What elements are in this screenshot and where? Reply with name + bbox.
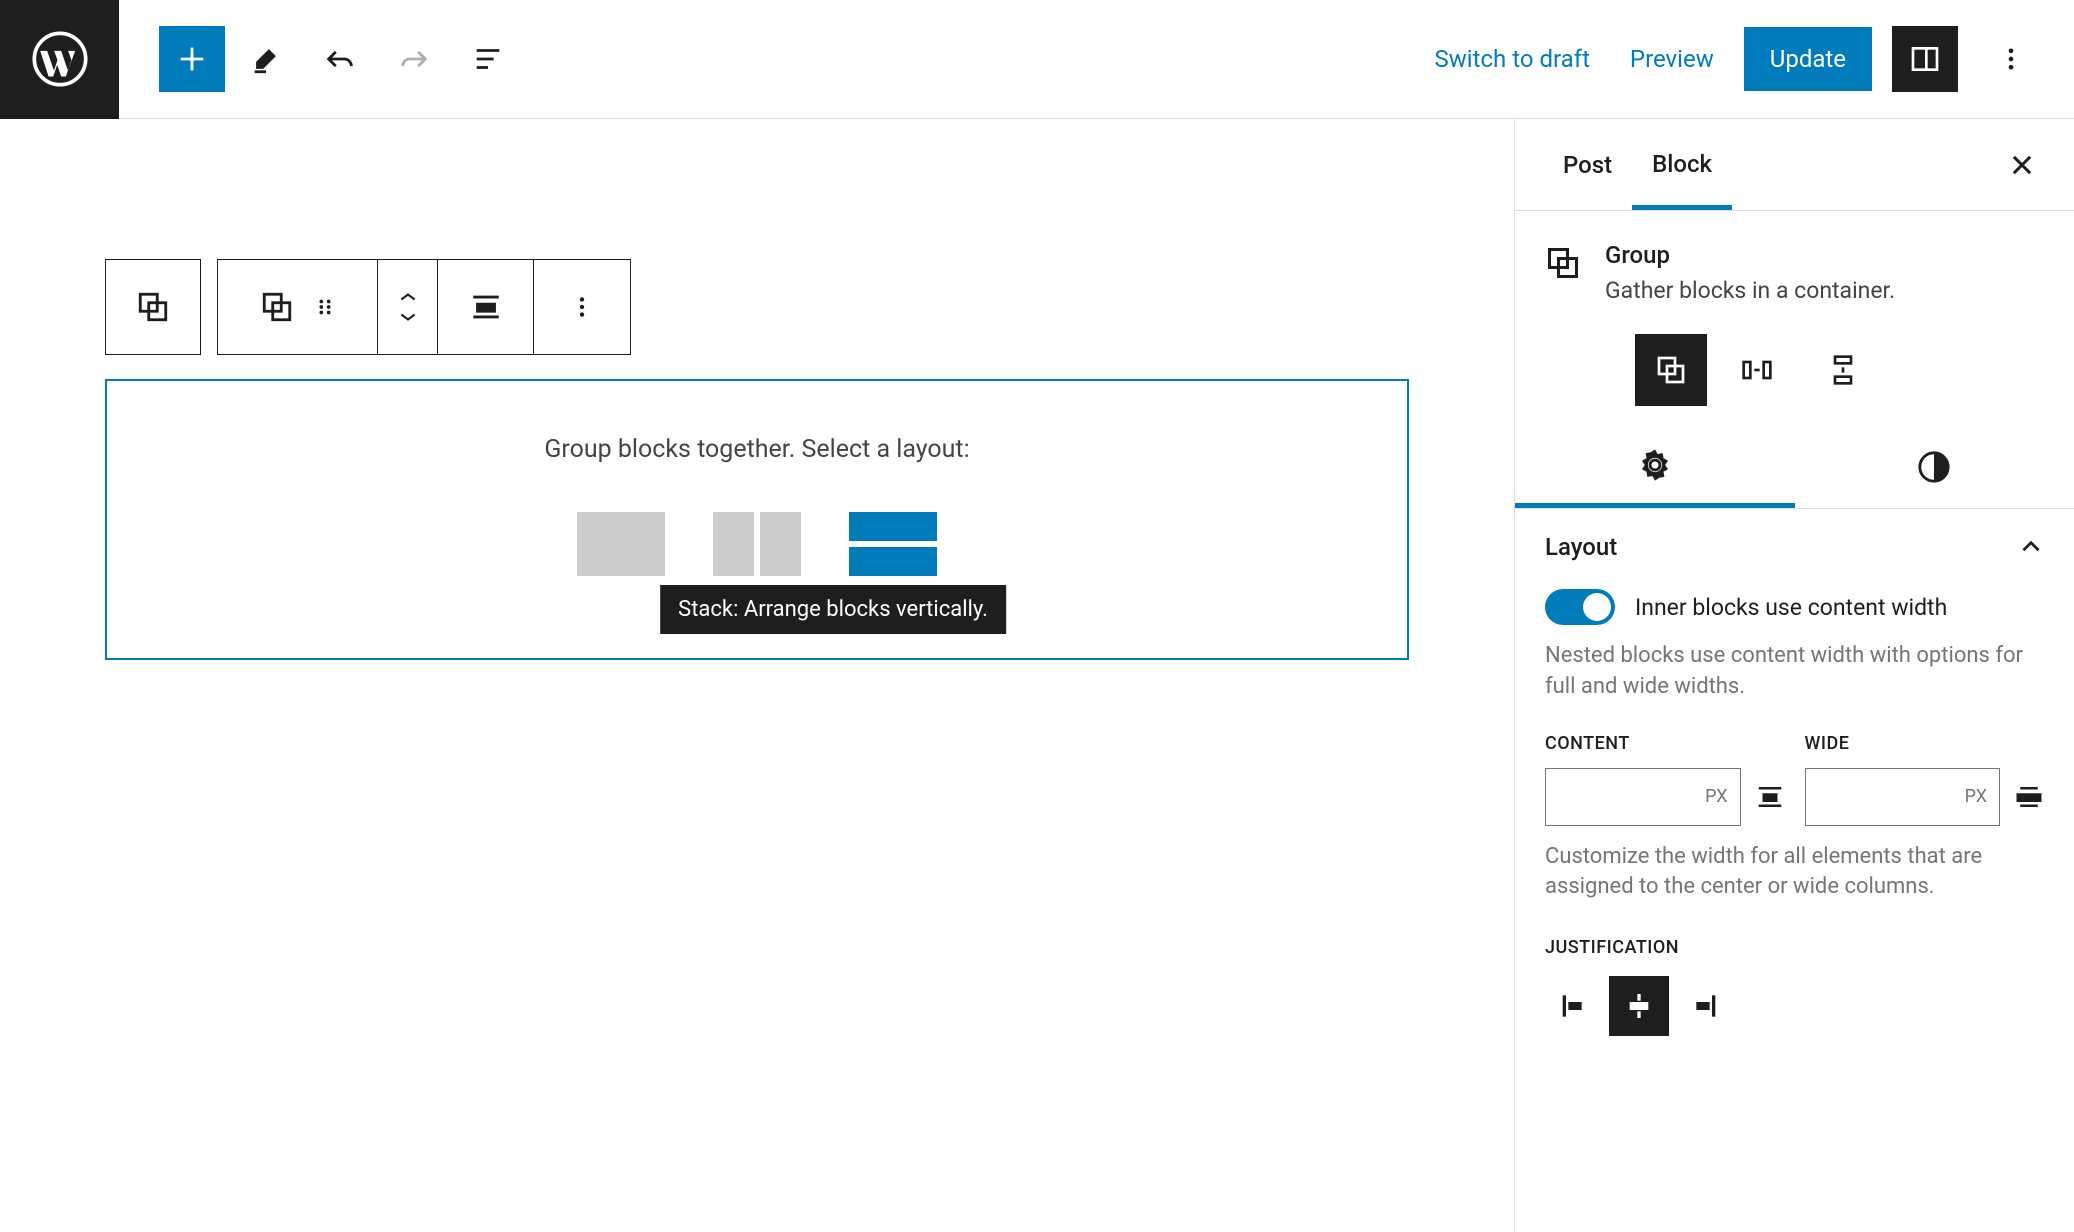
topbar-left-tools bbox=[119, 26, 521, 92]
inspector-tab-settings[interactable] bbox=[1515, 426, 1795, 508]
wide-width-label: WIDE bbox=[1805, 733, 2045, 754]
row-icon bbox=[1741, 354, 1773, 386]
tab-post[interactable]: Post bbox=[1543, 121, 1632, 209]
justify-center-button[interactable] bbox=[1609, 976, 1669, 1036]
pencil-icon bbox=[249, 42, 283, 76]
justify-right-icon bbox=[1687, 990, 1719, 1022]
content-width-toggle-label: Inner blocks use content width bbox=[1635, 594, 1947, 621]
justify-left-button[interactable] bbox=[1545, 976, 1605, 1036]
layout-title: Layout bbox=[1545, 533, 1617, 561]
close-icon bbox=[2008, 151, 2036, 179]
wordpress-icon bbox=[32, 31, 88, 87]
sidebar-tabs: Post Block bbox=[1515, 119, 2074, 211]
wordpress-logo-button[interactable] bbox=[0, 0, 119, 119]
document-outline-button[interactable] bbox=[455, 26, 521, 92]
variation-row[interactable] bbox=[1721, 334, 1793, 406]
layout-panel-toggle[interactable]: Layout bbox=[1545, 533, 2044, 561]
block-info-header: Group Gather blocks in a container. bbox=[1515, 211, 2074, 314]
plus-icon bbox=[175, 42, 209, 76]
layout-panel: Layout Inner blocks use content width Ne… bbox=[1515, 509, 2074, 1066]
more-options-button[interactable] bbox=[1978, 26, 2044, 92]
close-sidebar-button[interactable] bbox=[1998, 141, 2046, 189]
add-block-button[interactable] bbox=[159, 26, 225, 92]
stack-icon bbox=[1827, 354, 1859, 386]
topbar-right-actions: Switch to draft Preview Update bbox=[1425, 26, 2074, 92]
group-icon bbox=[260, 290, 294, 324]
styles-icon bbox=[1917, 450, 1951, 484]
settings-sidebar: Post Block Group Gather blocks in a cont… bbox=[1514, 119, 2074, 1232]
block-description: Gather blocks in a container. bbox=[1605, 277, 1895, 304]
inspector-tab-styles[interactable] bbox=[1795, 426, 2074, 508]
group-icon bbox=[136, 290, 170, 324]
edit-tool-button[interactable] bbox=[233, 26, 299, 92]
kebab-icon bbox=[569, 294, 595, 320]
group-icon bbox=[1545, 245, 1581, 281]
block-type-switcher[interactable] bbox=[218, 260, 378, 354]
block-title: Group bbox=[1605, 241, 1895, 269]
wide-width-icon bbox=[2014, 782, 2044, 812]
editor-canvas: Group blocks together. Select a layout: … bbox=[0, 119, 1514, 1232]
group-icon bbox=[1655, 354, 1687, 386]
block-variation-selector bbox=[1515, 314, 2074, 426]
editor-topbar: Switch to draft Preview Update bbox=[0, 0, 2074, 119]
layout-option-stack[interactable] bbox=[849, 512, 937, 576]
parent-block-selector[interactable] bbox=[105, 259, 201, 355]
drag-handle-icon bbox=[314, 296, 336, 318]
tab-block[interactable]: Block bbox=[1632, 120, 1732, 210]
block-more-options[interactable] bbox=[534, 260, 630, 354]
content-width-help: Nested blocks use content width with opt… bbox=[1545, 641, 2044, 703]
content-width-input[interactable]: PX bbox=[1545, 768, 1741, 826]
chevron-up-icon bbox=[398, 290, 418, 304]
redo-button[interactable] bbox=[381, 26, 447, 92]
block-toolbar bbox=[105, 259, 1409, 355]
kebab-icon bbox=[1997, 45, 2025, 73]
content-width-toggle[interactable] bbox=[1545, 589, 1615, 625]
chevron-down-icon bbox=[398, 310, 418, 324]
group-block-placeholder: Group blocks together. Select a layout: … bbox=[105, 379, 1409, 660]
variation-group[interactable] bbox=[1635, 334, 1707, 406]
inspector-tabs bbox=[1515, 426, 2074, 509]
justification-label: JUSTIFICATION bbox=[1545, 937, 2044, 958]
group-placeholder-prompt: Group blocks together. Select a layout: bbox=[127, 435, 1387, 464]
list-outline-icon bbox=[471, 42, 505, 76]
undo-button[interactable] bbox=[307, 26, 373, 92]
justification-buttons bbox=[1545, 976, 2044, 1036]
content-width-label: CONTENT bbox=[1545, 733, 1785, 754]
content-width-icon bbox=[1755, 782, 1785, 812]
undo-icon bbox=[323, 42, 357, 76]
redo-icon bbox=[397, 42, 431, 76]
gear-icon bbox=[1638, 448, 1672, 482]
sidebar-panel-icon bbox=[1909, 43, 1941, 75]
align-icon bbox=[469, 290, 503, 324]
block-mover[interactable] bbox=[378, 260, 438, 354]
tooltip: Stack: Arrange blocks vertically. bbox=[660, 585, 1006, 634]
settings-sidebar-toggle[interactable] bbox=[1892, 26, 1958, 92]
width-help: Customize the width for all elements tha… bbox=[1545, 842, 2044, 904]
preview-link[interactable]: Preview bbox=[1620, 37, 1724, 81]
chevron-up-icon bbox=[2018, 534, 2044, 560]
update-button[interactable]: Update bbox=[1744, 27, 1872, 91]
layout-option-row[interactable] bbox=[713, 512, 801, 576]
justify-right-button[interactable] bbox=[1673, 976, 1733, 1036]
switch-to-draft-link[interactable]: Switch to draft bbox=[1425, 37, 1600, 81]
justify-center-icon bbox=[1623, 990, 1655, 1022]
block-align-button[interactable] bbox=[438, 260, 534, 354]
wide-width-input[interactable]: PX bbox=[1805, 768, 2001, 826]
layout-option-group[interactable] bbox=[577, 512, 665, 576]
justify-left-icon bbox=[1559, 990, 1591, 1022]
variation-stack[interactable] bbox=[1807, 334, 1879, 406]
